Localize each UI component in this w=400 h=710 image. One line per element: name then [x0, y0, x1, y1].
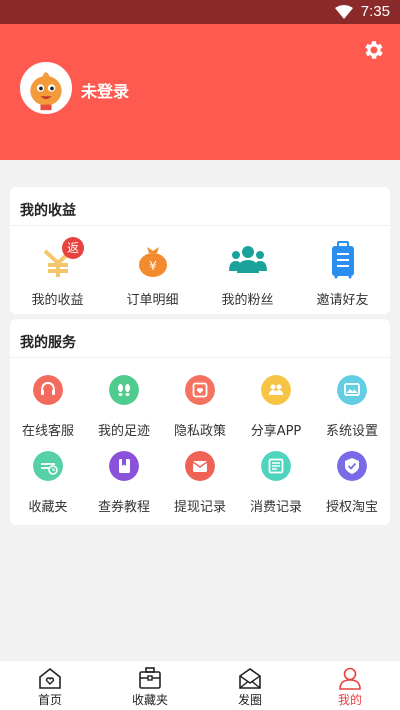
tutorial-icon [109, 451, 139, 481]
withdraw-icon [185, 451, 215, 481]
invite-friends-item[interactable]: 邀请好友 [295, 227, 390, 309]
service-card: 我的服务 在线客服 我的足迹 隐私政策 分享APP 系统设置 收藏夹 查券教程 … [10, 319, 390, 525]
status-time: 7:35 [360, 3, 390, 20]
footprint-icon [109, 375, 139, 405]
item-label: 我的收益 [31, 293, 84, 308]
consumption-icon [261, 451, 291, 481]
item-label: 提现记录 [173, 500, 226, 515]
avatar[interactable] [20, 62, 72, 114]
tab-moments[interactable]: 发圈 [200, 661, 300, 710]
my-fans-item[interactable]: 我的粉丝 [200, 227, 295, 309]
rebate-badge: 返 [62, 237, 84, 259]
footprint-item[interactable]: 我的足迹 [86, 375, 162, 445]
item-label: 分享APP [250, 424, 302, 439]
money-bag-icon: ¥ [139, 247, 167, 277]
system-settings-icon [337, 375, 367, 405]
service-title: 我的服务 [20, 335, 76, 351]
fans-icon [229, 246, 267, 273]
tab-label: 发圈 [237, 693, 262, 707]
customer-service-icon [33, 375, 63, 405]
profile-header: 未登录 [0, 24, 400, 160]
divider [10, 357, 390, 358]
income-title: 我的收益 [20, 203, 76, 219]
item-label: 消费记录 [249, 500, 302, 515]
item-label: 我的足迹 [97, 424, 150, 439]
online-support-item[interactable]: 在线客服 [10, 375, 86, 445]
item-label: 系统设置 [325, 424, 378, 439]
svg-text:¥: ¥ [149, 259, 157, 273]
tab-label: 我的 [337, 693, 362, 707]
favorites-icon [33, 451, 63, 481]
gear-icon[interactable] [362, 38, 386, 62]
item-label: 邀请好友 [316, 293, 369, 308]
profile-icon [339, 667, 361, 690]
share-app-item[interactable]: 分享APP [238, 375, 314, 445]
income-card: 我的收益 返 我的收益 ¥ 订单明细 我的粉丝 邀请好友 [10, 187, 390, 314]
briefcase-icon [139, 667, 161, 689]
authorize-taobao-item[interactable]: 授权淘宝 [314, 451, 390, 521]
home-icon [39, 667, 61, 689]
divider [10, 225, 390, 226]
item-label: 收藏夹 [28, 500, 68, 515]
envelope-icon [239, 668, 261, 689]
wifi-icon [335, 5, 353, 19]
mascot-icon [22, 64, 70, 112]
share-icon [261, 375, 291, 405]
coupon-tutorial-item[interactable]: 查券教程 [86, 451, 162, 521]
my-income-item[interactable]: 返 我的收益 [10, 227, 105, 309]
item-label: 在线客服 [21, 424, 74, 439]
tab-mine[interactable]: 我的 [300, 661, 400, 710]
system-settings-item[interactable]: 系统设置 [314, 375, 390, 445]
withdraw-record-item[interactable]: 提现记录 [162, 451, 238, 521]
item-label: 订单明细 [126, 293, 179, 308]
bottom-tab-bar: 首页 收藏夹 发圈 我的 [0, 660, 400, 710]
status-bar: 7:35 [0, 0, 400, 24]
privacy-icon [185, 375, 215, 405]
consumption-record-item[interactable]: 消费记录 [238, 451, 314, 521]
tab-label: 收藏夹 [131, 693, 168, 707]
login-status[interactable]: 未登录 [81, 78, 129, 102]
privacy-policy-item[interactable]: 隐私政策 [162, 375, 238, 445]
item-label: 我的粉丝 [221, 293, 274, 308]
authorize-icon [337, 451, 367, 481]
item-label: 授权淘宝 [325, 500, 378, 515]
tab-favorites[interactable]: 收藏夹 [100, 661, 200, 710]
order-detail-item[interactable]: ¥ 订单明细 [105, 227, 200, 309]
item-label: 隐私政策 [173, 424, 226, 439]
item-label: 查券教程 [97, 500, 150, 515]
favorites-item[interactable]: 收藏夹 [10, 451, 86, 521]
tab-home[interactable]: 首页 [0, 661, 100, 710]
tab-label: 首页 [37, 693, 62, 707]
luggage-icon [332, 241, 354, 279]
